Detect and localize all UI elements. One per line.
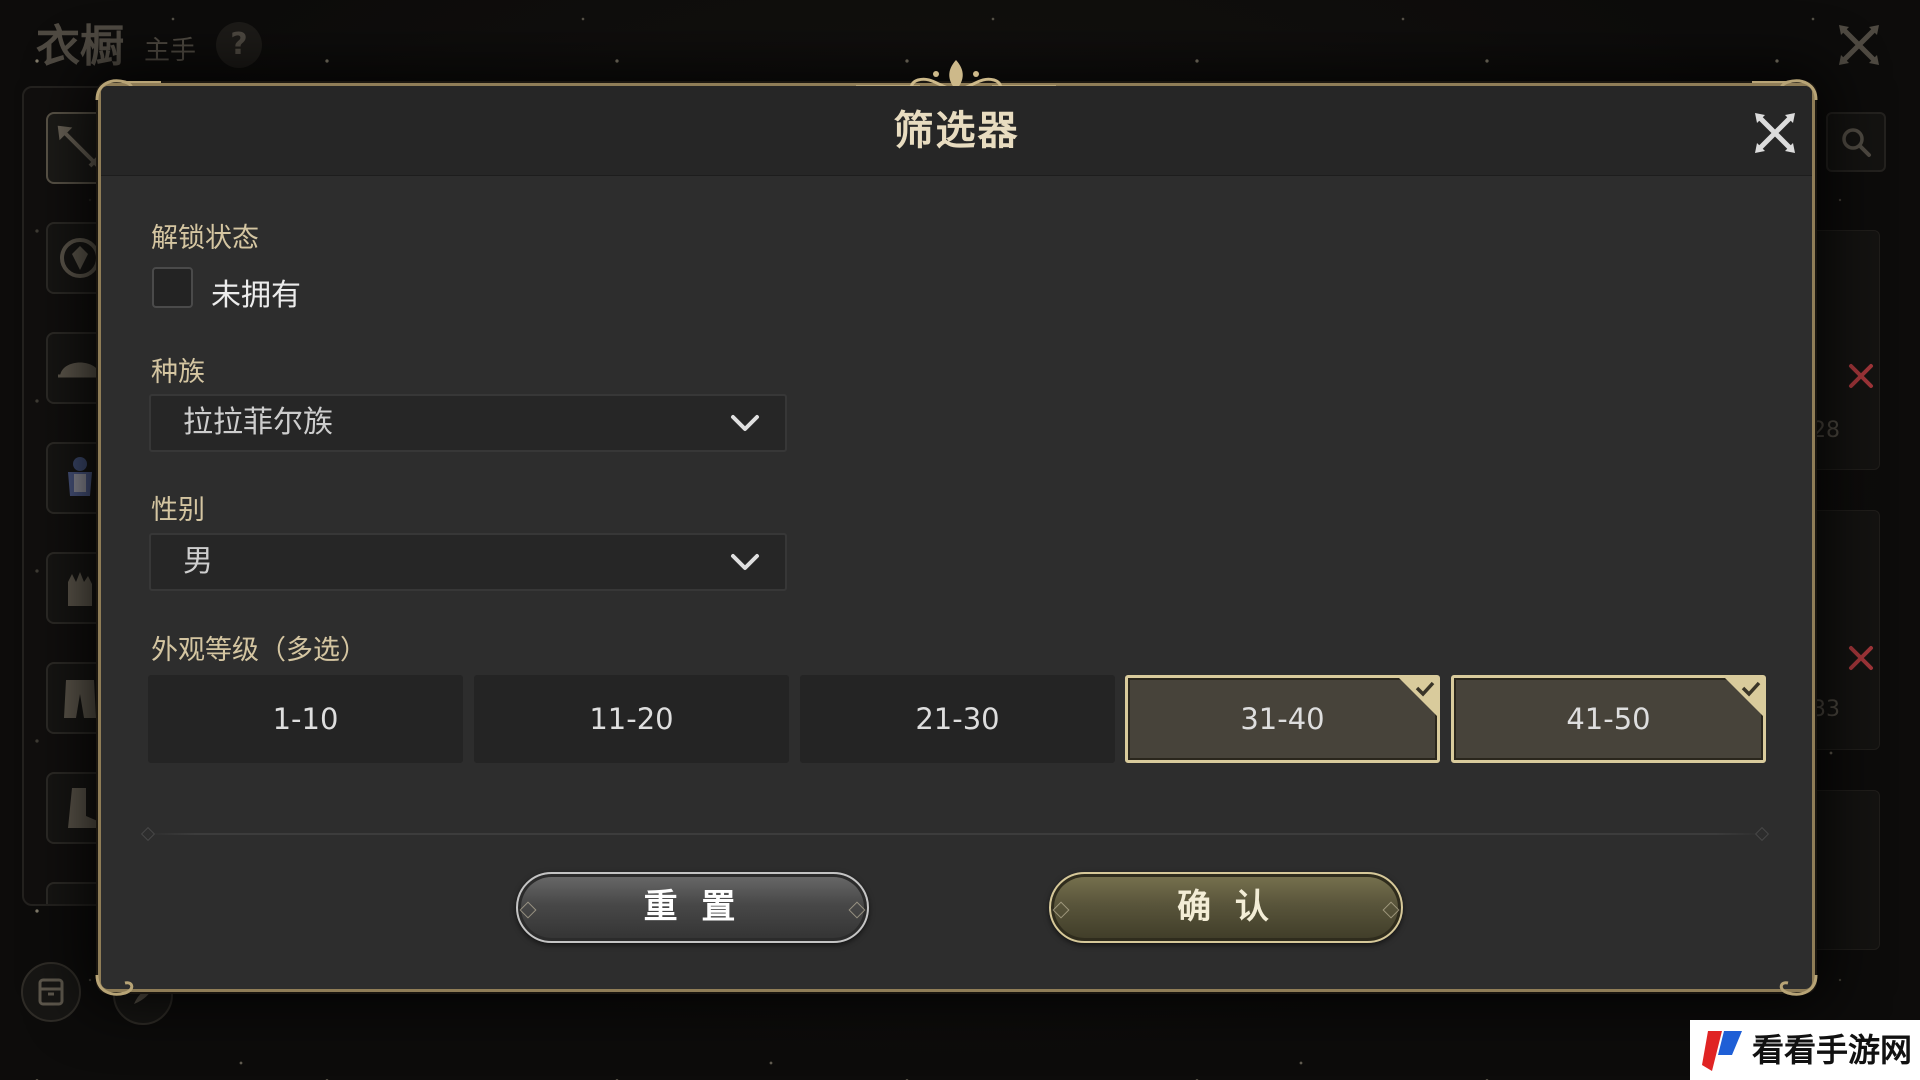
chevron-down-icon xyxy=(731,554,759,570)
gender-label: 性别 xyxy=(151,495,205,526)
confirm-button[interactable]: 确 认 xyxy=(1049,872,1403,943)
dialog-title: 筛选器 xyxy=(893,107,1020,154)
race-label: 种族 xyxy=(151,357,205,388)
divider-end-ornament xyxy=(1754,826,1770,842)
watermark: 看看手游网 xyxy=(1690,1020,1920,1080)
divider xyxy=(140,826,1770,842)
level-option-11-20[interactable]: 11-20 xyxy=(474,675,789,763)
help-icon: ? xyxy=(216,22,262,68)
filter-dialog: 筛选器 解锁状态 未拥有 种族 拉拉菲尔族 性别 男 外观等级（多选） 1-10… xyxy=(95,60,1818,996)
race-dropdown-value: 拉拉菲尔族 xyxy=(183,405,333,440)
gender-dropdown-value: 男 xyxy=(183,544,213,579)
close-icon xyxy=(1839,25,1879,65)
check-icon xyxy=(1398,677,1438,717)
check-icon xyxy=(1724,677,1764,717)
remove-x-icon xyxy=(1849,646,1873,670)
item-count: 28 xyxy=(1812,418,1840,443)
corner-ornament xyxy=(1779,974,1818,996)
corner-ornament xyxy=(95,974,134,996)
appearance-level-label: 外观等级（多选） xyxy=(151,635,367,666)
reset-button[interactable]: 重 置 xyxy=(516,872,869,943)
item-count: 33 xyxy=(1812,697,1840,722)
wardrobe-icon xyxy=(38,978,64,1006)
confirm-button-label: 确 认 xyxy=(1177,887,1275,927)
unlock-status-label: 解锁状态 xyxy=(151,223,259,254)
chevron-down-icon xyxy=(731,415,759,431)
remove-x-icon xyxy=(1849,364,1873,388)
gender-dropdown[interactable]: 男 xyxy=(149,533,787,591)
watermark-text: 看看手游网 xyxy=(1752,1031,1913,1069)
wardrobe-subtitle: 主手 xyxy=(144,36,197,66)
search-button xyxy=(1826,112,1886,172)
close-icon[interactable] xyxy=(1750,108,1800,158)
wardrobe-title: 衣橱 xyxy=(36,21,124,72)
reset-button-label: 重 置 xyxy=(643,887,742,927)
watermark-logo xyxy=(1702,1031,1742,1071)
level-option-label: 1-10 xyxy=(272,702,339,736)
search-icon xyxy=(1842,128,1871,157)
level-option-41-50[interactable]: 41-50 xyxy=(1451,675,1766,763)
not-owned-label[interactable]: 未拥有 xyxy=(211,270,301,314)
level-option-21-30[interactable]: 21-30 xyxy=(800,675,1115,763)
level-option-31-40[interactable]: 31-40 xyxy=(1125,675,1440,763)
level-option-label: 21-30 xyxy=(915,702,1000,736)
divider-end-ornament xyxy=(140,826,156,842)
wardrobe-button xyxy=(21,962,81,1022)
not-owned-checkbox[interactable] xyxy=(152,267,193,308)
level-option-label: 11-20 xyxy=(589,702,674,736)
level-option-label: 41-50 xyxy=(1566,702,1651,736)
race-dropdown[interactable]: 拉拉菲尔族 xyxy=(149,394,787,452)
level-option-label: 31-40 xyxy=(1240,702,1325,736)
level-option-1-10[interactable]: 1-10 xyxy=(148,675,463,763)
